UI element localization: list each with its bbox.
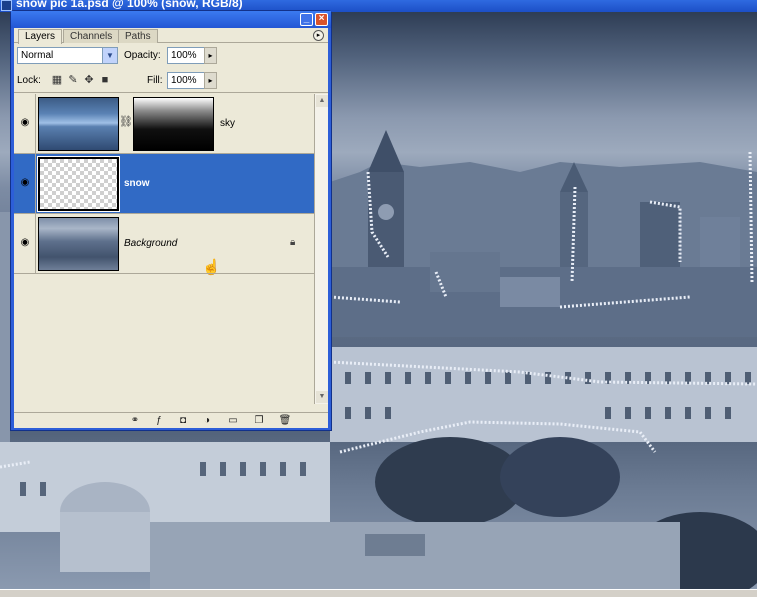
layer-thumbnail bbox=[38, 217, 119, 271]
opacity-field[interactable]: 100% bbox=[167, 47, 205, 64]
document-title: snow pic 1a.psd @ 100% (snow, RGB/8) bbox=[16, 0, 243, 10]
chain-icon[interactable]: ⛓ bbox=[119, 114, 133, 130]
palette-bottom-bar: ⚭ ƒ ◘ ◑ ▭ ❐ 🗑︎ bbox=[14, 412, 328, 428]
lock-icon: 🔒︎ bbox=[290, 237, 296, 248]
link-layers-icon[interactable]: ⚭ bbox=[128, 415, 142, 427]
palette-titlebar[interactable]: _ × bbox=[11, 11, 331, 28]
photoshop-doc-icon bbox=[1, 0, 12, 11]
opacity-slider-arrow-icon[interactable]: ▸ bbox=[204, 47, 217, 64]
layer-row-snow[interactable]: ◉ snow ☝ bbox=[14, 154, 314, 275]
layer-style-icon[interactable]: ƒ bbox=[152, 415, 166, 427]
layer-row-sky[interactable]: ◉ ⛓ sky bbox=[14, 94, 314, 154]
lock-image-pixels-icon[interactable]: ✎ bbox=[67, 74, 79, 86]
new-layer-icon[interactable]: ❐ bbox=[252, 415, 266, 427]
tab-layers[interactable]: Layers bbox=[18, 29, 63, 44]
layer-name: Background bbox=[124, 238, 178, 249]
visibility-toggle[interactable]: ◉ bbox=[14, 214, 36, 273]
layer-name: sky bbox=[220, 118, 235, 129]
trash-icon[interactable]: 🗑︎ bbox=[278, 415, 292, 427]
lock-all-icon[interactable]: ■ bbox=[99, 74, 111, 86]
minimize-button[interactable]: _ bbox=[300, 13, 313, 26]
blend-mode-select[interactable]: Normal ▼ bbox=[17, 47, 118, 64]
lock-position-icon[interactable]: ✥ bbox=[83, 74, 95, 86]
opacity-label: Opacity: bbox=[124, 50, 161, 61]
layer-thumbnail bbox=[38, 97, 119, 151]
layers-palette: _ × Layers Channels Paths ▸ Normal ▼ Opa… bbox=[10, 10, 332, 431]
visibility-toggle[interactable]: ◉ bbox=[14, 94, 36, 153]
lock-label: Lock: bbox=[17, 75, 41, 86]
tab-paths[interactable]: Paths bbox=[118, 29, 158, 43]
document-statusbar bbox=[0, 589, 757, 597]
close-button[interactable]: × bbox=[315, 13, 328, 26]
blend-opacity-row: Normal ▼ Opacity: 100% ▸ bbox=[14, 44, 328, 68]
layer-name: snow bbox=[124, 178, 150, 189]
fill-slider-arrow-icon[interactable]: ▸ bbox=[204, 72, 217, 89]
new-group-icon[interactable]: ▭ bbox=[226, 415, 240, 427]
scroll-up-icon[interactable]: ▲ bbox=[316, 95, 328, 107]
layers-list: ◉ ⛓ sky ◉ snow ☝ ◉ Background 🔒︎ bbox=[14, 94, 314, 404]
adjustment-layer-icon[interactable]: ◑ bbox=[200, 415, 214, 427]
layer-mask-icon[interactable]: ◘ bbox=[176, 415, 190, 427]
layer-mask-thumbnail[interactable] bbox=[133, 97, 214, 151]
scroll-down-icon[interactable]: ▼ bbox=[316, 391, 328, 403]
palette-body: Layers Channels Paths ▸ Normal ▼ Opacity… bbox=[14, 28, 328, 428]
palette-menu-icon[interactable]: ▸ bbox=[313, 30, 324, 41]
tab-channels[interactable]: Channels bbox=[63, 29, 120, 43]
chevron-down-icon[interactable]: ▼ bbox=[102, 48, 117, 63]
eye-icon: ◉ bbox=[20, 237, 30, 248]
layer-thumbnail bbox=[37, 156, 120, 212]
blend-mode-value: Normal bbox=[21, 50, 54, 61]
fill-field[interactable]: 100% bbox=[167, 72, 205, 89]
eye-icon: ◉ bbox=[20, 117, 30, 128]
eye-icon: ◉ bbox=[20, 177, 30, 188]
lock-fill-row: Lock: ▦ ✎ ✥ ■ Fill: 100% ▸ bbox=[14, 69, 328, 93]
palette-tabs: Layers Channels Paths ▸ bbox=[14, 28, 328, 44]
fill-label: Fill: bbox=[147, 75, 163, 86]
layer-row-background[interactable]: ◉ Background 🔒︎ bbox=[14, 214, 314, 274]
visibility-toggle[interactable]: ◉ bbox=[14, 154, 36, 213]
lock-transparency-icon[interactable]: ▦ bbox=[51, 74, 63, 86]
layers-scrollbar[interactable]: ▲ ▼ bbox=[314, 94, 328, 404]
